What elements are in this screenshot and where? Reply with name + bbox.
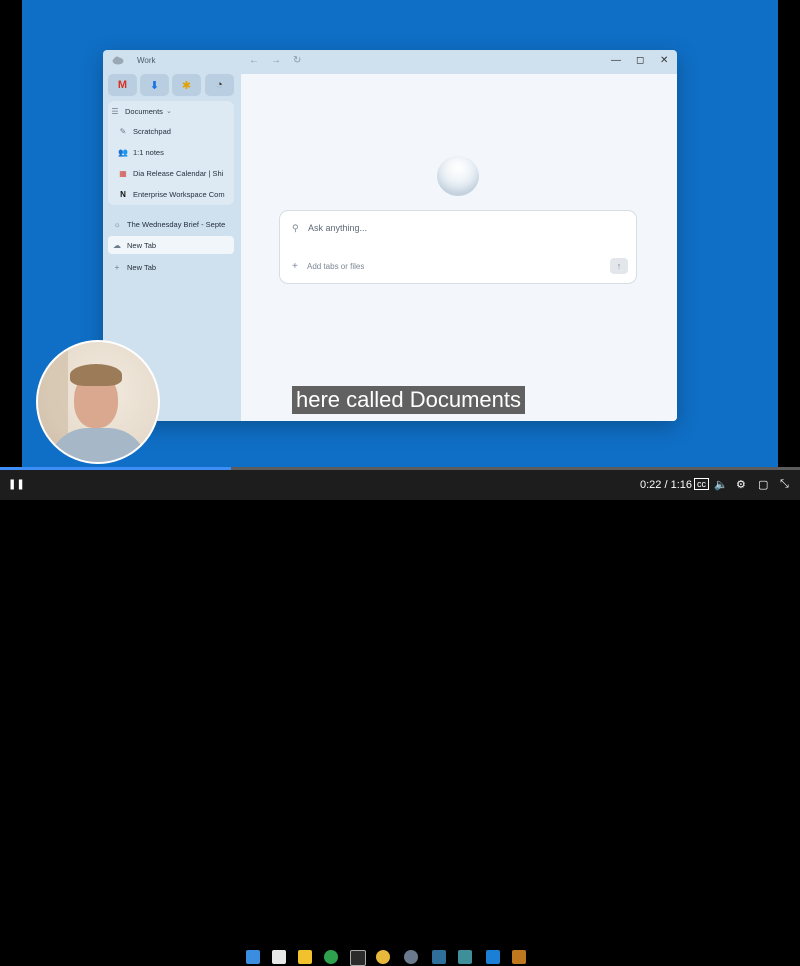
- plus-icon: +: [292, 261, 298, 272]
- new-tab-button[interactable]: + New Tab: [110, 258, 238, 276]
- sun-icon: ☼: [113, 219, 121, 229]
- collapse-icon[interactable]: ⤡: [780, 478, 789, 491]
- app-icon: [458, 950, 472, 964]
- folder-item-label: Scratchpad: [133, 126, 171, 136]
- subtitle-caption: here called Documents: [292, 386, 526, 414]
- browser-window: Work ← → ↻ — ◻ ✕ M ⬇ ✱ ◔ ☰ Documents ⌄ ✎…: [103, 50, 677, 421]
- pinned-tab-loader[interactable]: ◔: [205, 74, 234, 96]
- gmail-icon: M: [117, 79, 128, 91]
- file-icon: [272, 950, 286, 964]
- plus-icon: +: [114, 262, 120, 272]
- folder-item-scratchpad[interactable]: ✎ Scratchpad: [116, 122, 171, 140]
- assistant-orb-icon: [437, 156, 479, 196]
- list-icon: ☰: [111, 106, 119, 116]
- folder-icon: [298, 950, 312, 964]
- loader-icon: ◔: [216, 79, 223, 91]
- documents-folder-header[interactable]: ☰ Documents ⌄: [108, 102, 172, 120]
- notion-icon: N: [120, 189, 126, 199]
- folder-item-label: Enterprise Workspace Com: [133, 189, 225, 199]
- forward-button[interactable]: →: [271, 55, 281, 66]
- search-icon: ⚲: [292, 223, 299, 233]
- app-icon: [512, 950, 526, 964]
- folder-item-label: 1:1 notes: [133, 147, 164, 157]
- pip-icon[interactable]: ▢: [758, 478, 768, 491]
- folder-item-label: Dia Release Calendar | Shi: [133, 168, 224, 178]
- folder-item-notes[interactable]: 👥 1:1 notes: [116, 143, 164, 161]
- sidebar-item-label: New Tab: [127, 262, 157, 272]
- cloud-icon: [112, 56, 124, 65]
- documents-folder: ☰ Documents ⌄ ✎ Scratchpad 👥 1:1 notes ▦…: [108, 101, 234, 205]
- play-pause-button[interactable]: ❚❚: [8, 479, 25, 490]
- new-tab-page: ⚲ Ask anything... + Add tabs or files ↑: [241, 74, 677, 421]
- webcam-overlay: [36, 340, 160, 464]
- minimize-button[interactable]: —: [611, 55, 621, 66]
- pinned-tab-gmail[interactable]: M: [108, 74, 137, 96]
- pinned-tab-download[interactable]: ⬇: [140, 74, 169, 96]
- presenter-hair: [70, 364, 122, 386]
- sidebar-item-new-tab-active[interactable]: ☁ New Tab: [110, 236, 238, 254]
- ask-input[interactable]: Ask anything...: [308, 223, 367, 233]
- cloud-icon: ☁: [113, 240, 121, 250]
- app-icon: [376, 950, 390, 964]
- calendar-icon: ▦: [119, 168, 127, 178]
- documents-folder-label: Documents: [125, 106, 163, 116]
- pencil-icon: ✎: [119, 126, 127, 136]
- terminal-icon: [350, 950, 366, 966]
- sidebar-item-wednesday-brief[interactable]: ☼ The Wednesday Brief - Septe: [110, 215, 238, 233]
- people-icon: 👥: [118, 147, 128, 157]
- progress-fill: [0, 467, 232, 470]
- edge-icon: [324, 950, 338, 964]
- app-icon: [432, 950, 446, 964]
- pinned-tab-slack[interactable]: ✱: [172, 74, 201, 96]
- back-button[interactable]: ←: [249, 55, 259, 66]
- slack-icon: ✱: [181, 79, 192, 92]
- folder-item-enterprise[interactable]: N Enterprise Workspace Com: [116, 185, 232, 203]
- add-tabs-or-files-button[interactable]: Add tabs or files: [307, 262, 364, 271]
- reload-button[interactable]: ↻: [293, 55, 301, 66]
- settings-gear-icon[interactable]: ⚙: [736, 478, 746, 491]
- windows-start-icon: [246, 950, 260, 964]
- window-title: Work: [137, 56, 156, 65]
- vscode-icon: [486, 950, 500, 964]
- video-time: 0:22 / 1:16: [640, 479, 692, 491]
- maximize-button[interactable]: ◻: [636, 55, 644, 66]
- download-icon: ⬇: [149, 79, 160, 92]
- chevron-down-icon[interactable]: ⌄: [166, 107, 172, 115]
- settings-icon: [404, 950, 418, 964]
- send-button[interactable]: ↑: [610, 258, 628, 274]
- captions-button[interactable]: cc: [694, 478, 709, 490]
- title-bar: Work ← → ↻ — ◻ ✕: [103, 50, 677, 74]
- video-controls-bar: ❚❚ 0:22 / 1:16 cc 🔈 ⚙ ▢ ⤡: [0, 470, 800, 966]
- sidebar-item-label: The Wednesday Brief - Septe: [127, 219, 226, 229]
- close-button[interactable]: ✕: [660, 55, 668, 66]
- folder-item-calendar[interactable]: ▦ Dia Release Calendar | Shi: [116, 164, 232, 182]
- volume-icon[interactable]: 🔈: [714, 478, 728, 491]
- ask-box[interactable]: ⚲ Ask anything... + Add tabs or files ↑: [279, 210, 637, 284]
- sidebar-item-label: New Tab: [127, 240, 157, 250]
